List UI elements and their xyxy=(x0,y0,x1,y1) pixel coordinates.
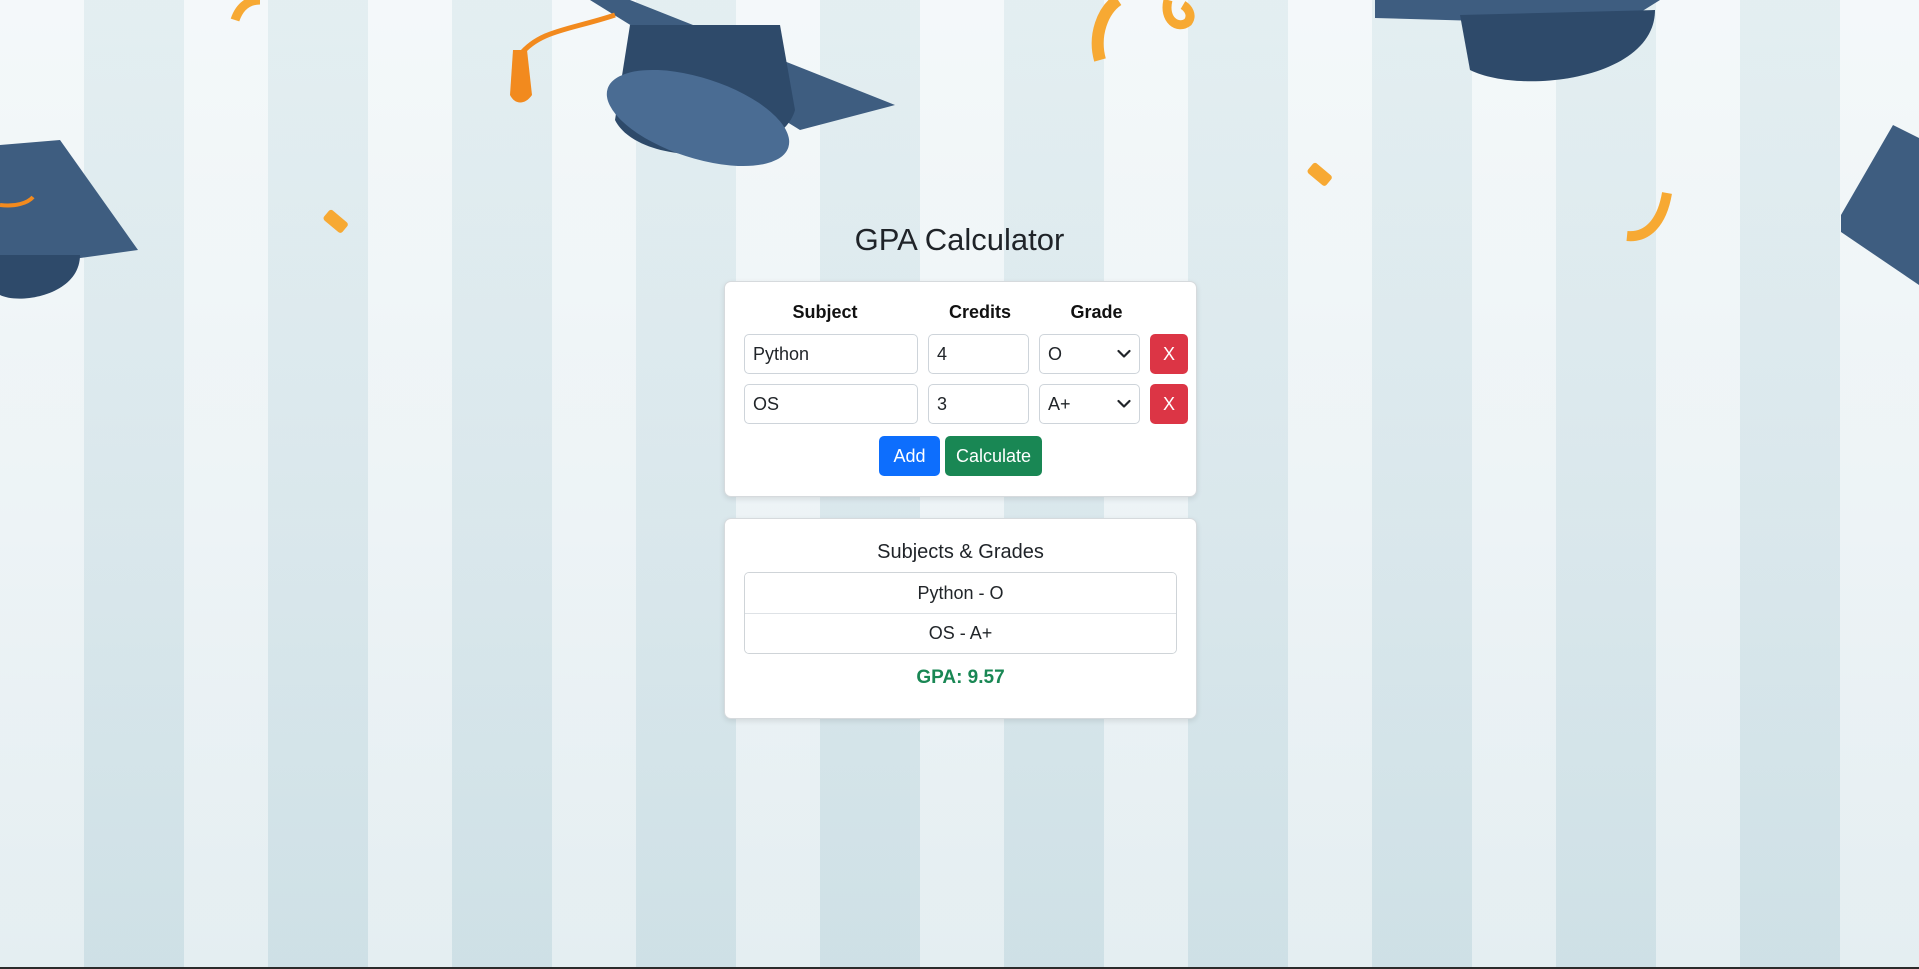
grade-select[interactable]: A+ xyxy=(1039,384,1140,424)
add-button[interactable]: Add xyxy=(879,436,940,476)
grade-select[interactable]: O xyxy=(1039,334,1140,374)
subject-input[interactable] xyxy=(744,384,918,424)
graduation-cap-icon xyxy=(1841,125,1919,285)
credits-input[interactable] xyxy=(928,384,1029,424)
list-item: Python - O xyxy=(745,573,1176,613)
graduation-cap-icon xyxy=(1375,0,1660,82)
graduation-cap-icon xyxy=(0,140,138,299)
gpa-result: GPA: 9.57 xyxy=(916,667,1005,688)
credits-header: Credits xyxy=(948,302,1011,322)
graduation-cap-icon xyxy=(510,0,895,167)
remove-row-button[interactable]: X xyxy=(1150,334,1188,374)
page-title: GPA Calculator xyxy=(854,222,1065,257)
confetti-icon xyxy=(1091,0,1195,62)
chevron-down-icon xyxy=(1117,349,1131,358)
calculate-button[interactable]: Calculate xyxy=(945,436,1042,476)
subject-header: Subject xyxy=(792,302,858,322)
confetti-icon xyxy=(230,0,261,22)
chevron-down-icon xyxy=(1117,399,1131,408)
remove-row-button[interactable]: X xyxy=(1150,384,1188,424)
grade-select-value: A+ xyxy=(1048,393,1071,414)
confetti-icon xyxy=(1307,162,1332,186)
grade-select-value: O xyxy=(1048,343,1063,364)
credits-input[interactable] xyxy=(928,334,1029,374)
subjects-list: Python - O OS - A+ xyxy=(744,572,1177,654)
list-item: OS - A+ xyxy=(745,613,1176,653)
grade-header: Grade xyxy=(1070,302,1123,322)
results-title: Subjects & Grades xyxy=(877,541,1044,563)
subject-input[interactable] xyxy=(744,334,918,374)
